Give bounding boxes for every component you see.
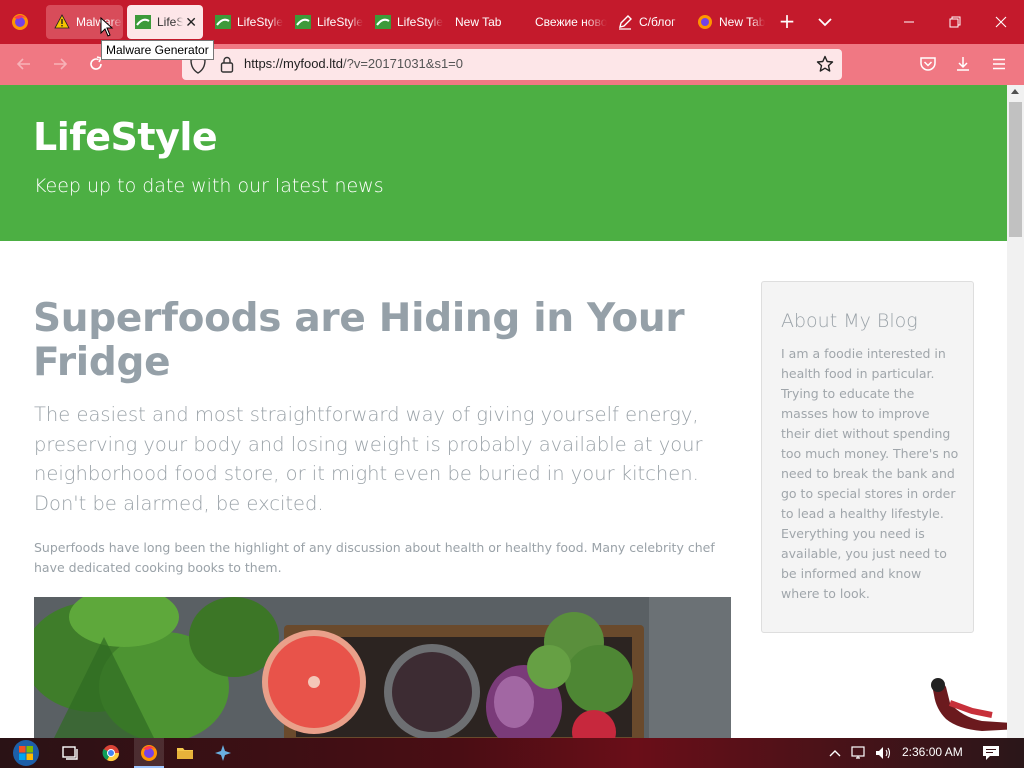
- tab-lifestyle[interactable]: LifeStyle: [287, 5, 363, 39]
- tab-label: LifeStyle: [157, 15, 184, 29]
- tab-lifestyle[interactable]: LifeStyle: [367, 5, 443, 39]
- firefox-taskbar-icon[interactable]: [138, 742, 160, 764]
- forward-icon[interactable]: [50, 54, 70, 74]
- tab-new-tab-2[interactable]: New Tab: [689, 5, 765, 39]
- volume-icon[interactable]: [874, 745, 892, 761]
- bookmark-star-icon[interactable]: [816, 55, 834, 73]
- url-text[interactable]: https://myfood.ltd/?v=20171031&s1=0: [244, 56, 463, 71]
- tab-lifestyle-active[interactable]: LifeStyle ✕: [127, 5, 203, 39]
- pocket-icon[interactable]: [918, 54, 938, 74]
- close-tab-icon[interactable]: ✕: [185, 14, 197, 31]
- tab-label: New Tab: [719, 15, 765, 29]
- page-viewport[interactable]: LifeStyle Keep up to date with our lates…: [0, 85, 1024, 738]
- article-title: Superfoods are Hiding in Your Fridge: [33, 296, 685, 385]
- taskbar-clock[interactable]: 2:36:00 AM: [902, 745, 963, 759]
- tab-label: LifeStyle: [317, 15, 363, 29]
- firefox-icon: [697, 14, 713, 30]
- scrollbar-thumb[interactable]: [1009, 102, 1022, 237]
- notifications-icon[interactable]: [982, 745, 1000, 761]
- file-explorer-icon[interactable]: [174, 742, 196, 764]
- minimize-icon[interactable]: [895, 8, 923, 36]
- show-hidden-icons-chevron-icon[interactable]: [826, 745, 844, 761]
- tab-label: LifeStyle: [237, 15, 283, 29]
- close-window-icon[interactable]: [987, 8, 1015, 36]
- edit-favicon: [617, 14, 633, 30]
- sidebar-heading: About My Blog: [781, 310, 918, 332]
- site-tagline: Keep up to date with our latest news: [34, 175, 384, 197]
- menu-hamburger-icon[interactable]: [989, 54, 1009, 74]
- back-icon[interactable]: [14, 54, 34, 74]
- url-host: https://myfood.ltd: [244, 56, 343, 71]
- downloads-icon[interactable]: [953, 54, 973, 74]
- list-all-tabs-icon[interactable]: [814, 12, 836, 32]
- chrome-icon[interactable]: [100, 742, 122, 764]
- lifestyle-favicon: [135, 14, 151, 30]
- tab-strip: Malware Generator LifeStyle ✕ LifeStyle …: [0, 0, 1024, 44]
- about-sidebar: About My Blog I am a foodie interested i…: [761, 281, 974, 633]
- tab-lifestyle[interactable]: LifeStyle: [207, 5, 283, 39]
- mouse-cursor-icon: [100, 16, 114, 41]
- url-path: /?v=20171031&s1=0: [343, 56, 463, 71]
- tab-news[interactable]: Свежие новости: [527, 5, 607, 39]
- warning-icon: [54, 14, 70, 30]
- task-view-icon[interactable]: [60, 742, 82, 764]
- lock-icon[interactable]: [220, 56, 234, 73]
- start-button-icon[interactable]: [8, 738, 44, 768]
- sidebar-text: I am a foodie interested in health food …: [781, 346, 959, 601]
- tab-new-tab[interactable]: New Tab: [447, 5, 523, 39]
- scroll-up-arrow-icon[interactable]: [1011, 89, 1019, 94]
- tab-label: С/блог: [639, 15, 676, 29]
- page-scrollbar[interactable]: [1007, 85, 1024, 738]
- app-taskbar-icon[interactable]: [212, 742, 234, 764]
- site-title[interactable]: LifeStyle: [33, 115, 218, 159]
- lifestyle-favicon: [295, 14, 311, 30]
- restore-icon[interactable]: [941, 8, 969, 36]
- tab-blog[interactable]: С/блог: [609, 5, 685, 39]
- address-bar[interactable]: https://myfood.ltd/?v=20171031&s1=0: [182, 49, 842, 80]
- tab-tooltip: Malware Generator: [101, 40, 214, 60]
- article-body: Superfoods have long been the highlight …: [34, 540, 715, 575]
- lifestyle-favicon: [215, 14, 231, 30]
- article-image: [34, 597, 731, 738]
- lifestyle-favicon: [375, 14, 391, 30]
- tab-label: LifeStyle: [397, 15, 443, 29]
- firefox-icon[interactable]: [10, 12, 30, 32]
- tab-label: Свежие новости: [535, 15, 607, 29]
- site-header: LifeStyle Keep up to date with our lates…: [0, 85, 1007, 241]
- windows-taskbar: 2:36:00 AM: [0, 738, 1024, 768]
- new-tab-button[interactable]: +: [776, 10, 798, 32]
- network-icon[interactable]: [850, 745, 868, 761]
- tab-label: New Tab: [455, 15, 502, 29]
- article-lead: The easiest and most straightforward way…: [34, 403, 703, 515]
